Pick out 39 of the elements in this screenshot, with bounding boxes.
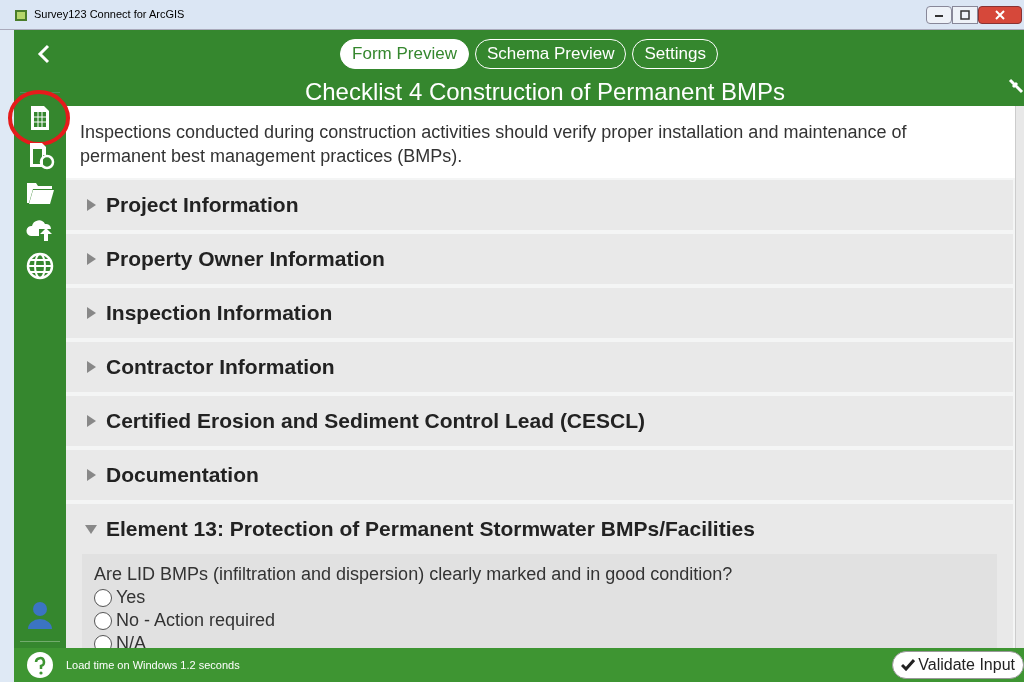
- form-description: Inspections conducted during construction activities should verify proper installation and maintenance of permanent best management practices (BMPs).: [66, 106, 1015, 178]
- close-button[interactable]: [978, 5, 1022, 24]
- radio-option[interactable]: No - Action required: [94, 609, 276, 632]
- minimize-button[interactable]: [926, 5, 952, 24]
- group-header[interactable]: Inspection Information: [66, 288, 1013, 338]
- maximize-button[interactable]: [952, 5, 978, 24]
- maximize-icon: [960, 9, 970, 20]
- form-title: Checklist 4 Construction of Permanent BMPs: [304, 77, 786, 107]
- group-header[interactable]: Element 13: Protection of Permanent Stormwater BMPs/Facilities: [66, 504, 1013, 554]
- group-header[interactable]: Property Owner Information: [66, 234, 1013, 284]
- group-header[interactable]: Documentation: [66, 450, 1013, 500]
- highlight-circle: [6, 88, 72, 148]
- expander-icon: [84, 468, 98, 482]
- app-icon: [14, 7, 28, 22]
- expander-icon: [84, 522, 98, 536]
- expander-icon: [84, 252, 98, 266]
- expander-icon: [84, 360, 98, 374]
- radio-option[interactable]: Yes: [94, 586, 146, 609]
- close-icon: [995, 9, 1005, 20]
- globe-icon[interactable]: [25, 251, 55, 281]
- validate-button[interactable]: Validate Input: [892, 651, 1024, 679]
- expander-icon: [84, 414, 98, 428]
- window-title: Survey123 Connect for ArcGIS: [34, 7, 185, 23]
- radio-button[interactable]: [94, 611, 112, 630]
- help-icon[interactable]: [26, 651, 54, 679]
- scrollbar[interactable]: [1015, 106, 1024, 648]
- status-text: Load time on Windows 1.2 seconds: [66, 657, 240, 673]
- group-header[interactable]: Project Information: [66, 180, 1013, 230]
- tab[interactable]: Form Preview: [340, 39, 469, 69]
- back-icon[interactable]: [37, 44, 51, 64]
- group-header[interactable]: Certified Erosion and Sediment Control Lead (CESCL): [66, 396, 1013, 446]
- group-header[interactable]: Contractor Information: [66, 342, 1013, 392]
- question-label: Are LID BMPs (infiltration and dispersion) clearly marked and in good condition?: [94, 563, 734, 586]
- pin-icon[interactable]: [1008, 78, 1024, 94]
- radio-button[interactable]: [94, 588, 112, 607]
- radio-button[interactable]: [94, 634, 112, 648]
- expander-icon: [84, 198, 98, 212]
- check-icon: [901, 659, 916, 671]
- expander-icon: [84, 306, 98, 320]
